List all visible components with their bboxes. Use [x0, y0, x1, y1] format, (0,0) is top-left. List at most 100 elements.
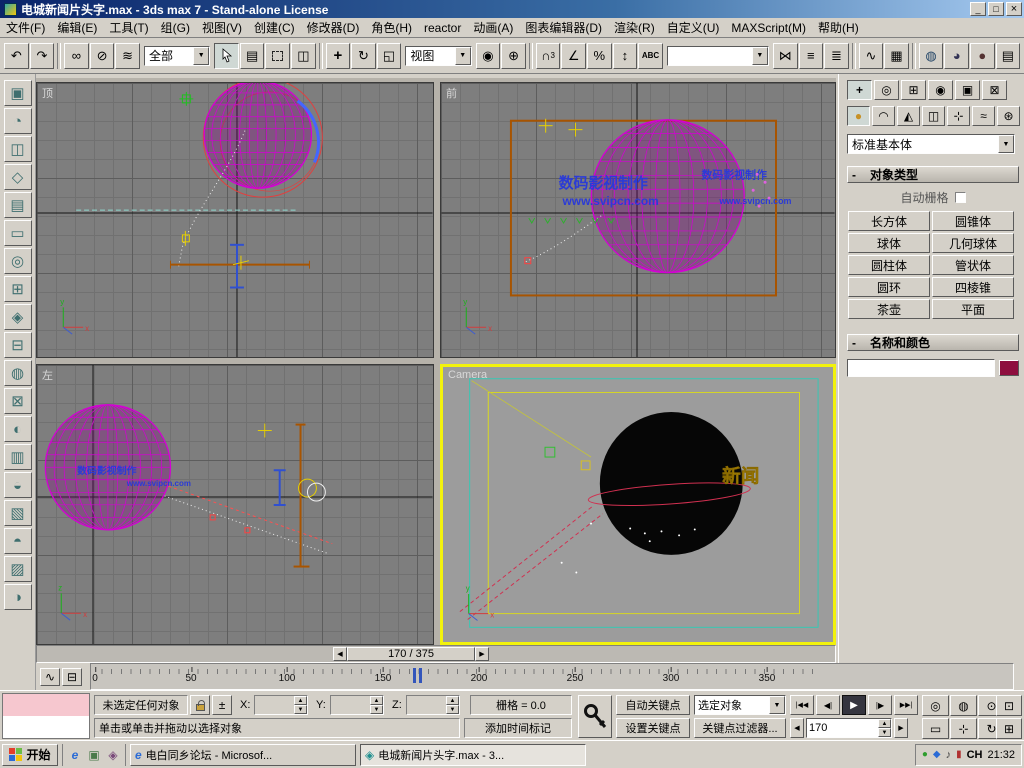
time-slider-prev-button[interactable]: ◀ — [333, 647, 347, 661]
menu-create[interactable]: 创建(C) — [248, 17, 301, 38]
close-button[interactable]: × — [1006, 2, 1022, 16]
use-center-button[interactable]: ◉ — [476, 43, 501, 69]
viewport-top[interactable]: 顶 xy — [36, 82, 434, 358]
redo-button[interactable]: ↷ — [30, 43, 55, 69]
scale-button[interactable]: ◱ — [377, 43, 402, 69]
subtab-spacewarps[interactable]: ≈ — [972, 106, 995, 126]
next-frame-button[interactable]: ▶ — [894, 718, 908, 738]
task-button-browser[interactable]: e 电白同乡论坛 - Microsof... — [130, 744, 356, 766]
subtab-shapes[interactable]: ◠ — [872, 106, 895, 126]
select-by-name-button[interactable]: ▤ — [240, 43, 265, 69]
button-plane[interactable]: 平面 — [932, 299, 1014, 319]
key-filters-button[interactable]: 关键点过滤器... — [694, 718, 786, 738]
go-to-end-button[interactable]: ▶▶| — [894, 695, 918, 715]
select-object-button[interactable] — [214, 43, 239, 69]
render-scene-button[interactable]: ◕ — [944, 43, 969, 69]
go-to-start-button[interactable]: |◀◀ — [790, 695, 814, 715]
current-frame-field[interactable] — [807, 722, 878, 734]
snap-toggle-button[interactable]: ∩3 — [536, 43, 561, 69]
minimize-button[interactable]: _ — [970, 2, 986, 16]
menu-graph-editors[interactable]: 图表编辑器(D) — [519, 17, 608, 38]
link-button[interactable]: ∞ — [64, 43, 89, 69]
object-name-field[interactable] — [848, 362, 994, 374]
button-cone[interactable]: 圆锥体 — [932, 211, 1014, 231]
menu-help[interactable]: 帮助(H) — [812, 17, 865, 38]
mini-track-button[interactable]: ⊟ — [62, 668, 82, 686]
left-toolbar-icon-4[interactable]: ◇ — [4, 164, 32, 190]
zoom-region-button[interactable]: ▭ — [922, 718, 949, 739]
left-toolbar-icon-8[interactable]: ⊞ — [4, 276, 32, 302]
selection-filter-dropdown[interactable]: 全部 ▼ — [144, 46, 210, 66]
left-toolbar-icon-9[interactable]: ◈ — [4, 304, 32, 330]
subtab-lights[interactable]: ◭ — [897, 106, 920, 126]
button-tube[interactable]: 管状体 — [932, 255, 1014, 275]
move-button[interactable]: + — [326, 43, 351, 69]
object-color-swatch[interactable] — [999, 360, 1019, 376]
left-toolbar-icon-18[interactable]: ▨ — [4, 556, 32, 582]
left-toolbar-icon-14[interactable]: ▥ — [4, 444, 32, 470]
menu-modifiers[interactable]: 修改器(D) — [301, 17, 366, 38]
start-button[interactable]: 开始 — [2, 744, 58, 766]
current-frame-marker[interactable] — [413, 668, 422, 683]
listener-script-row[interactable] — [3, 716, 89, 738]
time-slider-track[interactable]: ◀ 170 / 375 ▶ — [36, 645, 836, 663]
rotate-button[interactable]: ↻ — [351, 43, 376, 69]
viewport-camera[interactable]: Camera 新闻 xy — [440, 364, 836, 645]
track-bar-ruler[interactable]: 0 50 100 150 200 250 300 350 — [90, 663, 1014, 690]
left-toolbar-icon-7[interactable]: ◎ — [4, 248, 32, 274]
auto-key-button[interactable]: 自动关键点 — [616, 695, 690, 715]
button-geosphere[interactable]: 几何球体 — [932, 233, 1014, 253]
left-toolbar-icon-3[interactable]: ◫ — [4, 136, 32, 162]
menu-edit[interactable]: 编辑(E) — [51, 17, 103, 38]
left-toolbar-icon-12[interactable]: ⊠ — [4, 388, 32, 414]
primitive-category-dropdown[interactable]: 标准基本体 ▼ — [847, 134, 1015, 154]
x-coordinate-field[interactable] — [255, 699, 294, 711]
left-toolbar-icon-17[interactable]: ◓ — [4, 528, 32, 554]
subtab-helpers[interactable]: ⊹ — [947, 106, 970, 126]
menu-file[interactable]: 文件(F) — [0, 17, 51, 38]
left-toolbar-icon-19[interactable]: ◑ — [4, 584, 32, 610]
keyboard-override-button[interactable]: ABC — [638, 43, 663, 69]
zoom-extents-all-button[interactable]: ⊡ — [996, 695, 1022, 716]
crossing-toggle-button[interactable]: ◫ — [291, 43, 316, 69]
language-indicator[interactable]: CH — [967, 749, 983, 761]
menu-customize[interactable]: 自定义(U) — [661, 17, 726, 38]
left-toolbar-icon-2[interactable]: ◔ — [4, 108, 32, 134]
left-toolbar-icon-16[interactable]: ▧ — [4, 500, 32, 526]
subtab-systems[interactable]: ⊛ — [997, 106, 1020, 126]
unlink-button[interactable]: ⊘ — [90, 43, 115, 69]
frame-spinner[interactable]: ▲▼ — [878, 719, 891, 737]
zoom-button[interactable]: ◎ — [922, 695, 949, 716]
angle-snap-button[interactable]: ∠ — [561, 43, 586, 69]
tab-create[interactable]: + — [847, 80, 872, 100]
tray-icon-2[interactable]: ◆ — [933, 749, 941, 760]
tray-icon-4[interactable]: ▮ — [956, 749, 962, 760]
curve-editor-button[interactable]: ∿ — [859, 43, 884, 69]
task-button-3dsmax[interactable]: ◈ 电城新闻片头字.max - 3... — [360, 744, 586, 766]
quick-render-button[interactable]: ● — [970, 43, 995, 69]
schematic-view-button[interactable]: ▦ — [884, 43, 909, 69]
menu-rendering[interactable]: 渲染(R) — [608, 17, 661, 38]
tab-utilities[interactable]: ⊠ — [982, 80, 1007, 100]
min-max-toggle-button[interactable]: ⊞ — [996, 718, 1022, 739]
time-slider-handle[interactable]: 170 / 375 — [347, 647, 475, 661]
mirror-button[interactable]: ⋈ — [773, 43, 798, 69]
left-toolbar-icon-11[interactable]: ◍ — [4, 360, 32, 386]
restore-button[interactable]: □ — [988, 2, 1004, 16]
viewport-left[interactable]: 左 数码影视制作 www.svipcn.com xz — [36, 364, 434, 645]
quick-launch-media-icon[interactable]: ◈ — [105, 747, 121, 763]
menu-views[interactable]: 视图(V) — [196, 17, 248, 38]
region-select-button[interactable] — [265, 43, 290, 69]
previous-frame-button[interactable]: ◀ — [790, 718, 804, 738]
tray-icon-3[interactable]: ♪ — [946, 749, 952, 761]
left-toolbar-icon-6[interactable]: ▭ — [4, 220, 32, 246]
named-selection-dropdown[interactable]: ▼ — [667, 46, 769, 66]
mini-curve-editor-button[interactable]: ∿ — [40, 668, 60, 686]
tab-hierarchy[interactable]: ⊞ — [901, 80, 926, 100]
left-toolbar-icon-5[interactable]: ▤ — [4, 192, 32, 218]
menu-group[interactable]: 组(G) — [155, 17, 196, 38]
next-key-button[interactable]: |▶ — [868, 695, 892, 715]
play-button[interactable]: ▶ — [842, 695, 866, 715]
z-spinner[interactable]: ▲▼ — [446, 696, 459, 714]
pan-button[interactable]: ⊹ — [950, 718, 977, 739]
